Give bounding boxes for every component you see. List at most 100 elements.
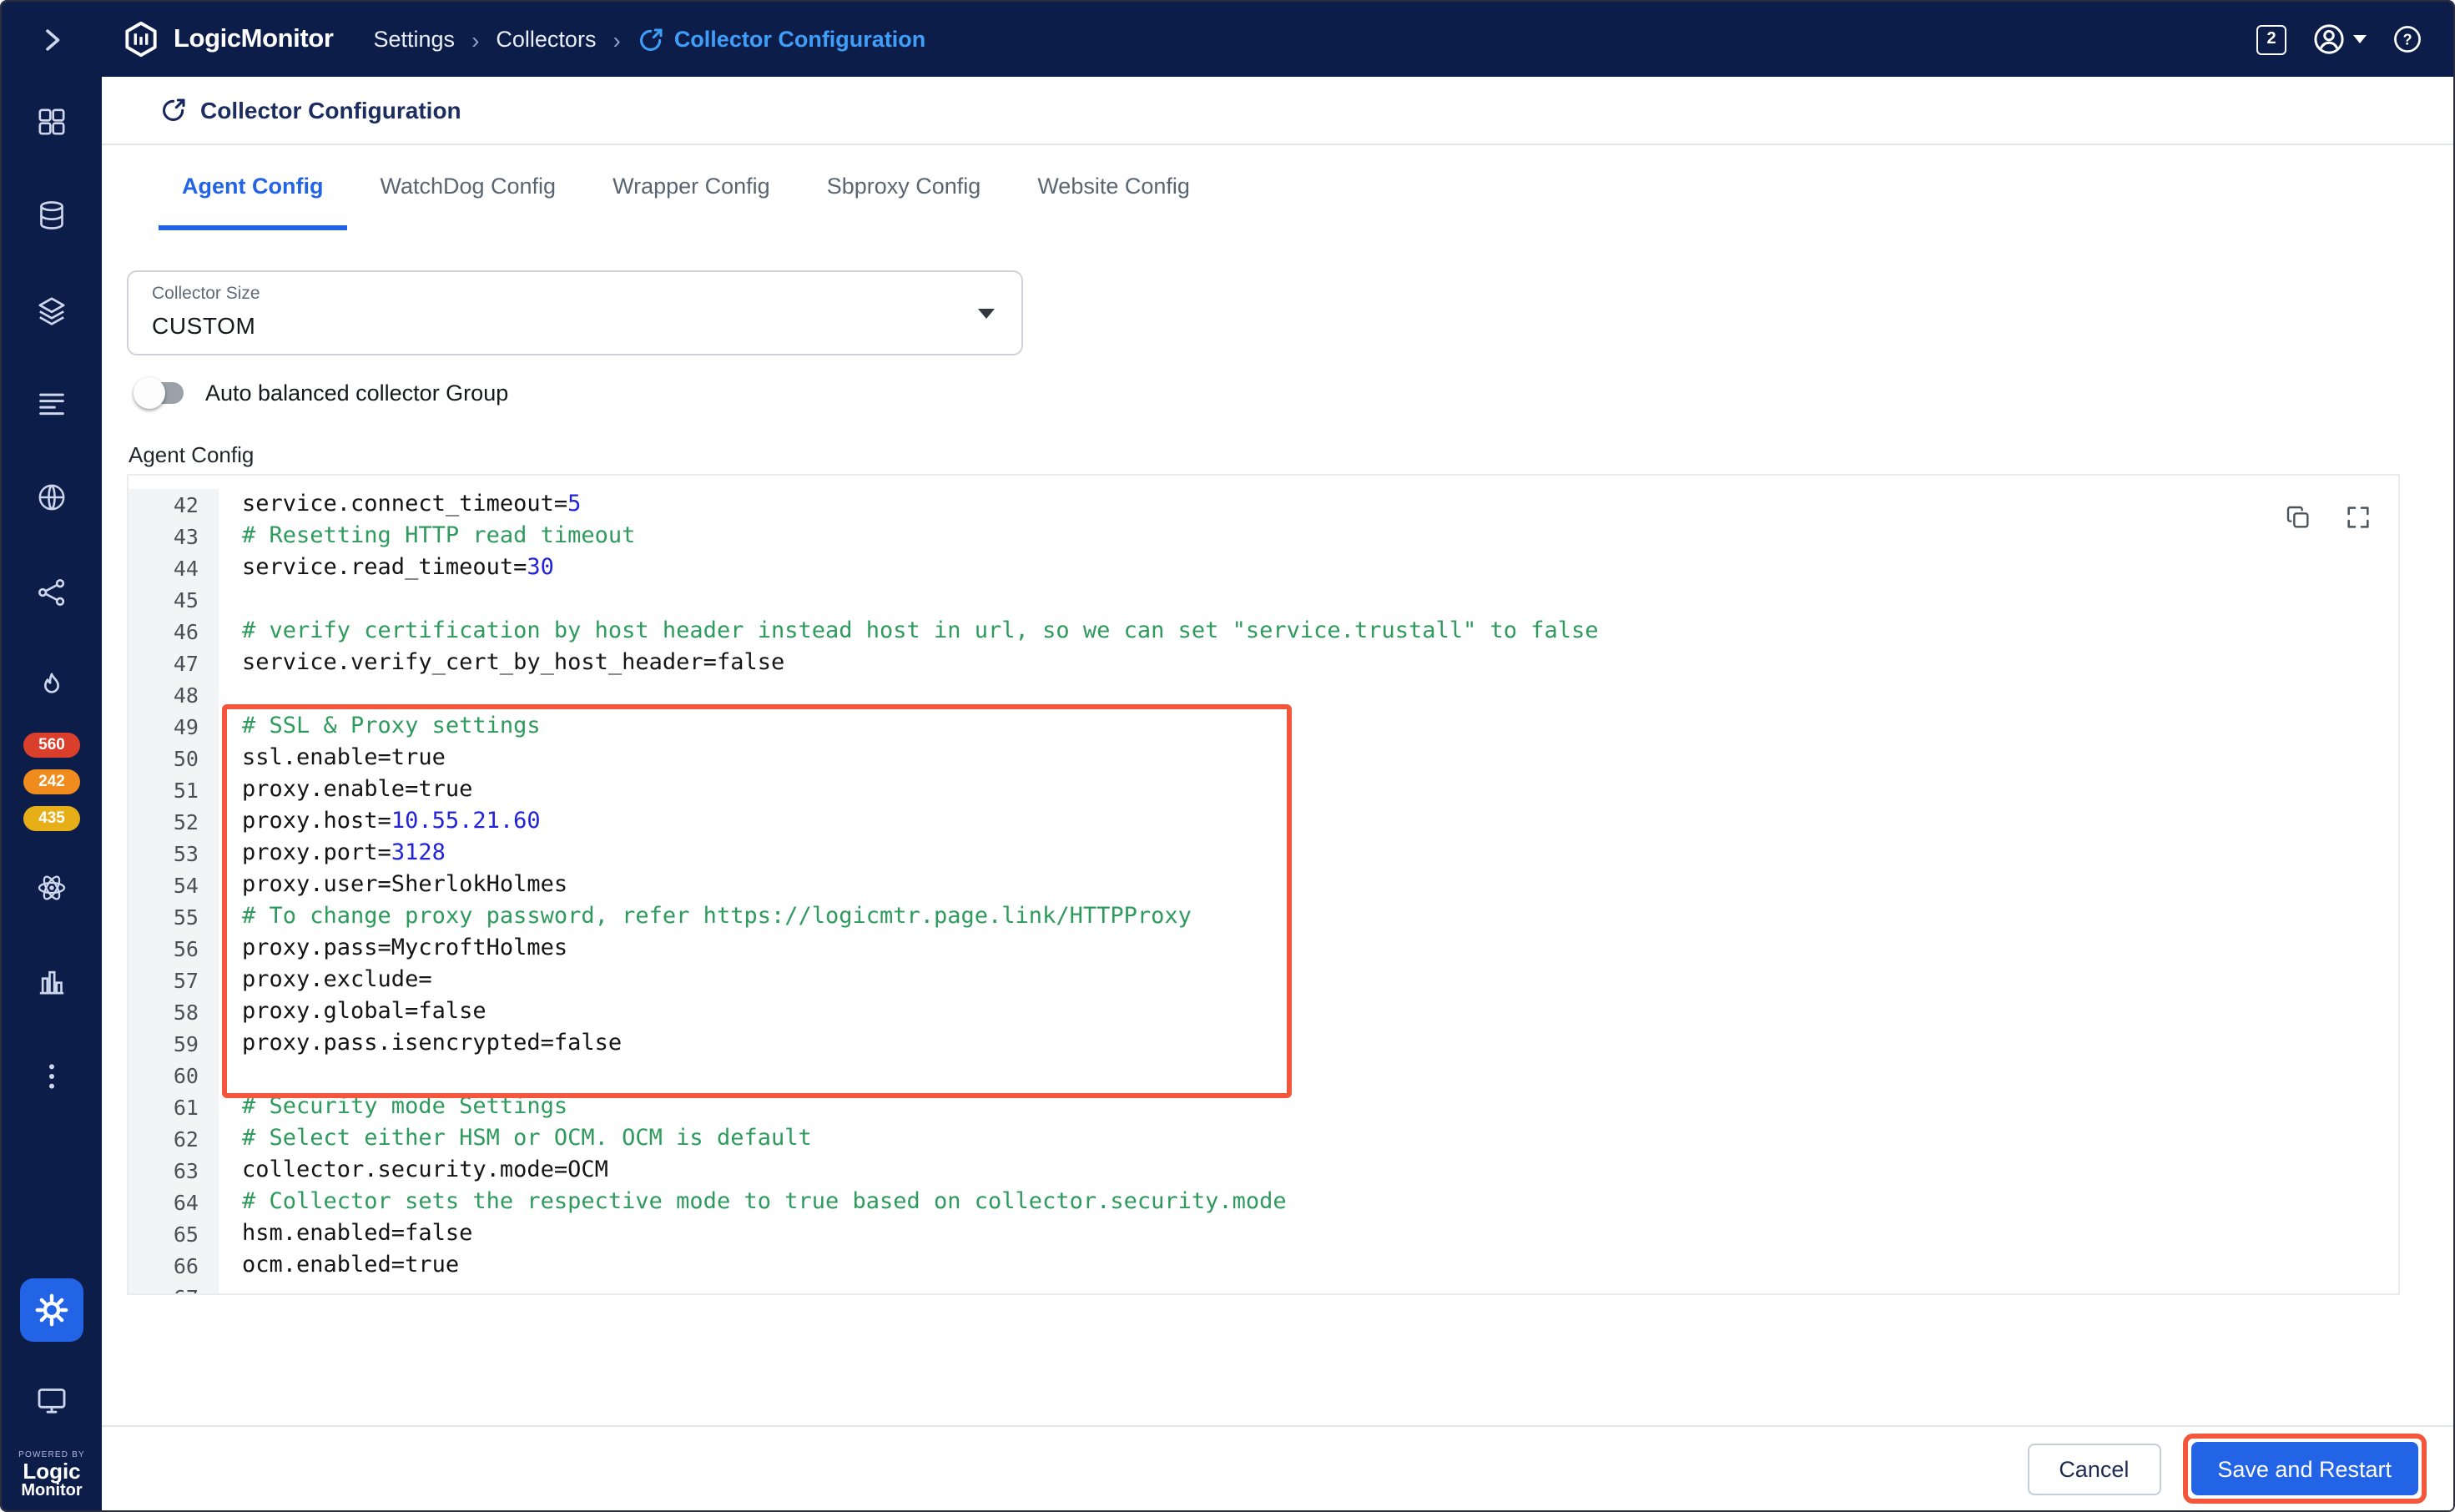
alert-count-badge[interactable]: 242 [23, 769, 80, 794]
user-menu[interactable] [2311, 22, 2367, 57]
code-text[interactable]: proxy.host=10.55.21.60 [219, 806, 541, 838]
line-number: 45 [129, 584, 219, 616]
page-title: Collector Configuration [200, 97, 461, 123]
code-text[interactable]: # Security mode Settings [219, 1091, 567, 1123]
code-line[interactable]: 59 proxy.pass.isencrypted=false [129, 1028, 2398, 1060]
help-icon[interactable]: ? [2392, 23, 2423, 55]
code-line[interactable]: 64 # Collector sets the respective mode t… [129, 1187, 2398, 1218]
code-text[interactable] [219, 679, 242, 711]
tab-agent-config[interactable]: Agent Config [159, 145, 347, 230]
code-line[interactable]: 53 proxy.port=3128 [129, 838, 2398, 869]
powered-by-monitor: Monitor [21, 1481, 83, 1499]
auto-balanced-toggle[interactable] [134, 377, 184, 409]
code-text[interactable] [219, 584, 242, 616]
code-line[interactable]: 49 # SSL & Proxy settings [129, 711, 2398, 743]
code-line[interactable]: 52 proxy.host=10.55.21.60 [129, 806, 2398, 838]
reports-icon[interactable] [35, 965, 68, 998]
code-text[interactable]: # SSL & Proxy settings [219, 711, 541, 743]
code-text[interactable]: service.read_timeout=30 [219, 552, 554, 584]
line-number: 64 [129, 1187, 219, 1218]
alerts-icon[interactable] [35, 669, 68, 703]
code-text[interactable] [219, 1282, 242, 1293]
alert-count-badge[interactable]: 435 [23, 806, 80, 831]
sidebar-expand-icon[interactable] [35, 23, 68, 57]
code-text[interactable]: proxy.exclude= [219, 965, 432, 996]
logo-text: LogicMonitor [174, 24, 334, 53]
code-line[interactable]: 67 [129, 1282, 2398, 1293]
code-text[interactable]: # Resetting HTTP read timeout [219, 521, 635, 552]
code-text[interactable]: ssl.enable=true [219, 743, 446, 774]
code-text[interactable]: # To change proxy password, refer https:… [219, 901, 1192, 933]
code-line[interactable]: 63 collector.security.mode=OCM [129, 1155, 2398, 1187]
more-icon[interactable] [35, 1060, 68, 1093]
code-text[interactable]: hsm.enabled=false [219, 1218, 472, 1250]
breadcrumb-settings[interactable]: Settings [374, 27, 456, 52]
code-text[interactable]: proxy.user=SherlokHolmes [219, 869, 567, 901]
collector-configuration-page: 560 242 435 POWERED BY Logic Monitor Logic… [0, 0, 2455, 1512]
code-line[interactable]: 65 hsm.enabled=false [129, 1218, 2398, 1250]
code-text[interactable]: service.connect_timeout=5 [219, 489, 581, 521]
line-number: 55 [129, 901, 219, 933]
tab-wrapper-config[interactable]: Wrapper Config [589, 145, 794, 230]
line-number: 46 [129, 616, 219, 648]
code-text[interactable]: collector.security.mode=OCM [219, 1155, 608, 1187]
notifications-icon[interactable]: 2 [2256, 24, 2286, 54]
resources-icon[interactable] [35, 199, 68, 232]
tab-sbproxy-config[interactable]: Sbproxy Config [804, 145, 1005, 230]
code-text[interactable]: proxy.global=false [219, 996, 486, 1028]
remote-session-icon[interactable] [35, 1383, 68, 1417]
code-line[interactable]: 62 # Select either HSM or OCM. OCM is def… [129, 1123, 2398, 1155]
code-line[interactable]: 50 ssl.enable=true [129, 743, 2398, 774]
powered-by-logic: Logic [23, 1458, 81, 1484]
code-line[interactable]: 55 # To change proxy password, refer http… [129, 901, 2398, 933]
code-line[interactable]: 57 proxy.exclude= [129, 965, 2398, 996]
code-text[interactable]: # Collector sets the respective mode to … [219, 1187, 1287, 1218]
code-line[interactable]: 51 proxy.enable=true [129, 774, 2398, 806]
code-line[interactable]: 66 ocm.enabled=true [129, 1250, 2398, 1282]
code-text[interactable]: proxy.pass=MycroftHolmes [219, 933, 567, 965]
code-line[interactable]: 61 # Security mode Settings [129, 1091, 2398, 1123]
copy-icon[interactable] [2285, 504, 2311, 531]
breadcrumb-collector-configuration[interactable]: Collector Configuration [638, 26, 925, 53]
code-line[interactable]: 60 [129, 1060, 2398, 1091]
tab-watchdog-config[interactable]: WatchDog Config [356, 145, 579, 230]
code-line[interactable]: 48 [129, 679, 2398, 711]
aiops-icon[interactable] [35, 871, 68, 905]
save-and-restart-button[interactable]: Save and Restart [2190, 1442, 2418, 1495]
alert-count-badge[interactable]: 560 [23, 733, 80, 758]
settings-icon[interactable] [20, 1278, 83, 1342]
code-text[interactable]: # verify certification by host header in… [219, 616, 1599, 648]
code-text[interactable]: proxy.port=3128 [219, 838, 446, 869]
code-line[interactable]: 46 # verify certification by host header … [129, 616, 2398, 648]
line-number: 60 [129, 1060, 219, 1091]
code-line[interactable]: 54 proxy.user=SherlokHolmes [129, 869, 2398, 901]
expand-icon[interactable] [2345, 504, 2372, 531]
mapping-icon[interactable] [35, 576, 68, 609]
code-line[interactable]: 42 service.connect_timeout=5 [129, 489, 2398, 521]
collector-icon [163, 98, 185, 121]
code-text[interactable]: proxy.enable=true [219, 774, 472, 806]
breadcrumb-collectors[interactable]: Collectors [496, 27, 596, 52]
cancel-button[interactable]: Cancel [2027, 1443, 2161, 1494]
tab-website-config[interactable]: Website Config [1014, 145, 1213, 230]
line-number: 48 [129, 679, 219, 711]
agent-config-editor[interactable]: 42 service.connect_timeout=5 43 # Resetting… [127, 474, 2400, 1295]
collector-size-select[interactable]: Collector Size CUSTOM [127, 270, 1023, 355]
code-text[interactable]: service.verify_cert_by_host_header=false [219, 648, 784, 679]
websites-icon[interactable] [35, 481, 68, 514]
code-line[interactable]: 43 # Resetting HTTP read timeout [129, 521, 2398, 552]
line-number: 63 [129, 1155, 219, 1187]
code-text[interactable] [219, 1060, 242, 1091]
code-line[interactable]: 56 proxy.pass=MycroftHolmes [129, 933, 2398, 965]
code-text[interactable]: # Select either HSM or OCM. OCM is defau… [219, 1123, 812, 1155]
logicmonitor-logo[interactable]: LogicMonitor [122, 20, 334, 58]
code-text[interactable]: proxy.pass.isencrypted=false [219, 1028, 622, 1060]
logs-icon[interactable] [35, 387, 68, 421]
code-line[interactable]: 45 [129, 584, 2398, 616]
modules-icon[interactable] [35, 105, 68, 139]
dashboards-icon[interactable] [35, 294, 68, 327]
code-line[interactable]: 44 service.read_timeout=30 [129, 552, 2398, 584]
code-text[interactable]: ocm.enabled=true [219, 1250, 459, 1282]
code-line[interactable]: 47 service.verify_cert_by_host_header=fal… [129, 648, 2398, 679]
code-line[interactable]: 58 proxy.global=false [129, 996, 2398, 1028]
